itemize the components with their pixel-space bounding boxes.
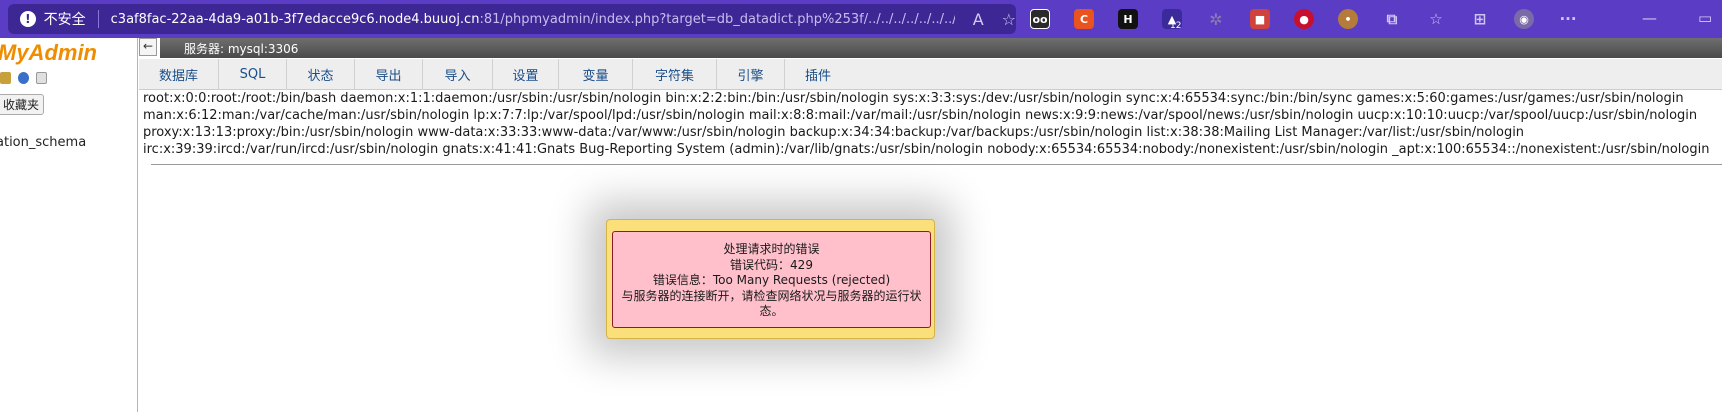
add-favorite-icon[interactable]: ☆: [1002, 10, 1016, 29]
error-title: 处理请求时的错误: [723, 242, 820, 256]
restore-icon[interactable]: ▭: [1698, 9, 1712, 27]
error-dialog: 处理请求时的错误 错误代码：429 错误信息：Too Many Requests…: [606, 219, 935, 339]
tab-engines[interactable]: 引擎: [717, 59, 785, 90]
extension-puzzle-red-icon[interactable]: ■: [1250, 9, 1270, 29]
collections-icon[interactable]: ⊞: [1470, 9, 1490, 29]
extension-icons: oo C H ▲ 12 ✲ ■ ● • ⧉ ☆ ⊞ ◉ ···: [1030, 7, 1602, 31]
server-label[interactable]: 服务器: mysql:3306: [184, 40, 298, 57]
extension-gear-icon[interactable]: ✲: [1206, 9, 1226, 29]
home-icon[interactable]: [0, 72, 11, 84]
file-line: root:x:0:0:root:/root:/bin/bash daemon:x…: [143, 91, 1684, 106]
more-icon[interactable]: ···: [1558, 9, 1578, 29]
main-tabs: 数据库 SQL 状态 导出 导入 设置 变量 字符集 引擎 插件: [139, 59, 1722, 90]
server-breadcrumb: 服务器: mysql:3306: [160, 38, 1722, 58]
error-message-box: 处理请求时的错误 错误代码：429 错误信息：Too Many Requests…: [612, 231, 931, 328]
extensions-icon[interactable]: ⧉: [1382, 9, 1402, 29]
file-line: man:x:6:12:man:/var/cache/man:/usr/sbin/…: [143, 108, 1698, 123]
error-code: 错误代码：429: [730, 257, 813, 272]
navigation-icons: [0, 72, 54, 84]
file-content: root:x:0:0:root:/root:/bin/bash daemon:x…: [143, 90, 1718, 158]
content-divider: [151, 164, 1722, 165]
minimize-icon[interactable]: —: [1642, 9, 1657, 27]
url-path[interactable]: :81/phpmyadmin/index.php?target=db_datad…: [479, 12, 954, 27]
extension-1-icon[interactable]: oo: [1030, 9, 1050, 29]
security-label[interactable]: 不安全: [44, 9, 86, 29]
error-message: 错误信息：Too Many Requests (rejected): [652, 273, 891, 287]
collapse-panel-button[interactable]: ←: [139, 38, 157, 56]
tab-variables[interactable]: 变量: [559, 59, 633, 90]
url-host[interactable]: c3af8fac-22aa-4da9-a01b-3f7edacce9c6.nod…: [111, 12, 480, 27]
profile-icon[interactable]: ◉: [1514, 9, 1534, 29]
extension-ship-icon[interactable]: ▲ 12: [1162, 9, 1182, 31]
tab-sql[interactable]: SQL: [219, 59, 287, 90]
address-bar[interactable]: ! 不安全 c3af8fac-22aa-4da9-a01b-3f7edacce9…: [8, 4, 1016, 34]
file-line: proxy:x:13:13:proxy:/bin:/usr/sbin/nolog…: [143, 125, 1525, 140]
read-aloud-icon[interactable]: A: [973, 10, 984, 29]
help-icon[interactable]: [18, 72, 29, 84]
phpmyadmin-logo[interactable]: MyAdmin: [0, 40, 97, 66]
address-separator: [97, 10, 99, 28]
favorites-icon[interactable]: ☆: [1426, 9, 1446, 29]
extension-badge: 12: [1170, 21, 1182, 31]
error-detail: 与服务器的连接断开，请检查网络状况与服务器的运行状态。: [621, 288, 922, 319]
extension-cookie-icon[interactable]: •: [1338, 9, 1358, 29]
extension-c-icon[interactable]: C: [1074, 9, 1094, 29]
favorites-button[interactable]: 收藏夹: [0, 94, 45, 115]
file-line: irc:x:39:39:ircd:/var/run/ircd:/usr/sbin…: [143, 142, 1710, 157]
extension-among-icon[interactable]: ●: [1294, 9, 1314, 29]
tab-import[interactable]: 导入: [423, 59, 493, 90]
docs-icon[interactable]: [36, 72, 47, 84]
tab-status[interactable]: 状态: [287, 59, 355, 90]
warning-icon: !: [20, 11, 36, 27]
tab-export[interactable]: 导出: [355, 59, 423, 90]
tab-charsets[interactable]: 字符集: [633, 59, 717, 90]
tab-databases[interactable]: 数据库: [139, 59, 219, 90]
database-item[interactable]: ation_schema: [0, 135, 86, 150]
navigation-panel: MyAdmin 收藏夹 ation_schema: [0, 38, 138, 412]
tab-plugins[interactable]: 插件: [785, 59, 851, 90]
extension-h-icon[interactable]: H: [1118, 9, 1138, 29]
tab-settings[interactable]: 设置: [493, 59, 559, 90]
browser-toolbar: ! 不安全 c3af8fac-22aa-4da9-a01b-3f7edacce9…: [0, 0, 1722, 38]
